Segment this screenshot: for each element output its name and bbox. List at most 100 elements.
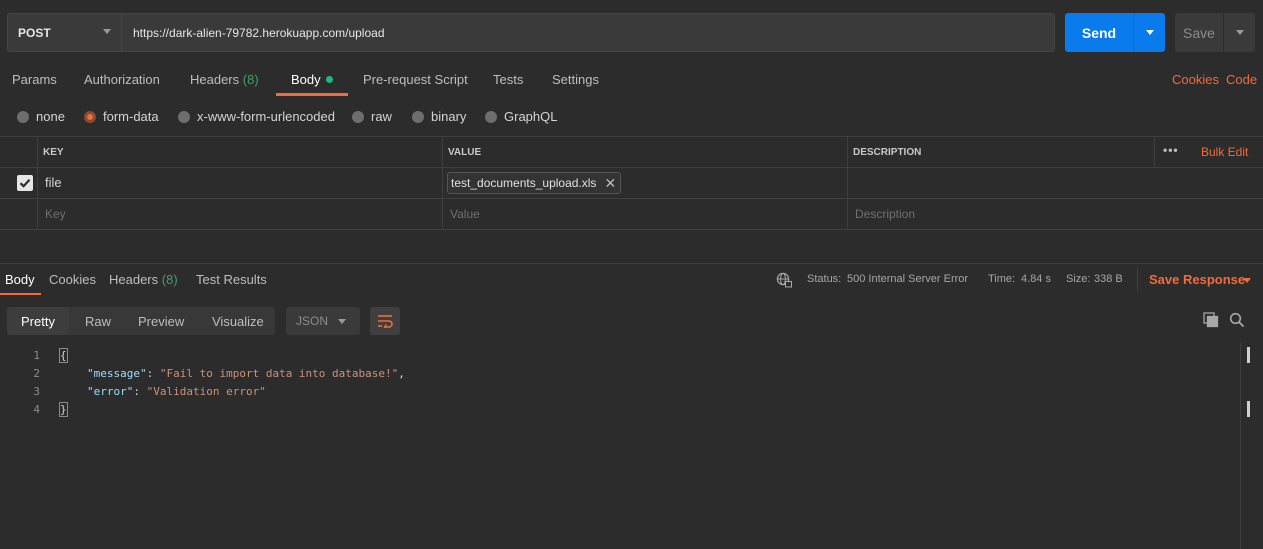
line-number: 4 — [33, 403, 40, 416]
bulk-edit-button[interactable]: Bulk Edit — [1201, 145, 1248, 159]
format-select[interactable]: JSON — [286, 307, 360, 335]
code-link[interactable]: Code — [1226, 72, 1257, 87]
tab-headers-count: (8) — [242, 72, 259, 87]
response-tab-body[interactable]: Body — [5, 272, 35, 287]
response-divider — [0, 263, 1263, 264]
chevron-down-icon — [1145, 30, 1154, 35]
radio-label: x-www-form-urlencoded — [197, 109, 335, 124]
column-divider — [37, 136, 38, 230]
radio-graphql[interactable]: GraphQL — [485, 109, 557, 124]
response-tab-underline — [0, 293, 41, 295]
tab-body-label: Body — [291, 72, 321, 87]
save-label: Save — [1183, 24, 1215, 41]
view-raw-button[interactable]: Raw — [85, 314, 111, 329]
send-button[interactable]: Send — [1065, 13, 1165, 52]
scrollbar-marker — [1247, 401, 1250, 417]
radio-circle — [412, 110, 424, 123]
save-options-button[interactable] — [1224, 30, 1255, 35]
code-line-error: "error": "Validation error" — [87, 385, 266, 398]
send-options-button[interactable] — [1134, 30, 1165, 35]
description-input[interactable]: Description — [855, 207, 915, 221]
cookies-link[interactable]: Cookies — [1172, 72, 1219, 87]
size-value: 338 B — [1094, 273, 1123, 285]
view-pretty-button[interactable]: Pretty — [7, 307, 69, 335]
chevron-down-icon — [338, 319, 346, 324]
radio-x-www-form-urlencoded[interactable]: x-www-form-urlencoded — [178, 109, 335, 124]
radio-raw[interactable]: raw — [352, 109, 392, 124]
active-tab-underline — [276, 93, 348, 96]
response-tab-cookies[interactable]: Cookies — [49, 272, 96, 287]
code-line-message: "message": "Fail to import data into dat… — [87, 367, 405, 380]
scrollbar-marker — [1247, 347, 1250, 363]
radio-none[interactable]: none — [17, 109, 65, 124]
radio-circle — [17, 110, 29, 123]
radio-binary[interactable]: binary — [412, 109, 466, 124]
radio-label: GraphQL — [504, 109, 558, 124]
format-label: JSON — [296, 314, 329, 328]
radio-circle — [485, 110, 497, 123]
url-input[interactable]: https://dark-alien-79782.herokuapp.com/u… — [121, 13, 1055, 52]
radio-form-data[interactable]: form-data — [84, 109, 159, 124]
tab-headers-label: Headers — [190, 72, 240, 87]
key-input[interactable]: Key — [45, 207, 66, 221]
response-tab-headers[interactable]: Headers (8) — [109, 272, 178, 287]
chevron-down-icon — [103, 29, 111, 34]
url-text: https://dark-alien-79782.herokuapp.com/u… — [133, 25, 385, 40]
radio-label: form-data — [103, 109, 159, 124]
wrap-lines-button[interactable] — [370, 307, 400, 335]
radio-label: none — [36, 109, 65, 124]
column-divider — [847, 136, 848, 230]
tab-headers[interactable]: Headers (8) — [190, 72, 259, 87]
json-key: "message" — [87, 367, 147, 380]
column-divider — [442, 136, 443, 230]
view-pretty-label: Pretty — [21, 313, 55, 329]
save-response-button[interactable]: Save Response — [1149, 272, 1245, 287]
method-label: POST — [18, 25, 51, 40]
scrollbar-track[interactable] — [1240, 343, 1241, 549]
radio-circle-selected — [84, 110, 96, 123]
meta-divider — [1137, 268, 1138, 290]
view-preview-button[interactable]: Preview — [138, 314, 184, 329]
method-select[interactable]: POST — [7, 13, 121, 52]
file-name: test_documents_upload.xls — [451, 176, 597, 190]
file-chip[interactable]: test_documents_upload.xls ✕ — [447, 172, 622, 194]
copy-icon[interactable] — [1203, 312, 1219, 328]
tab-authorization[interactable]: Authorization — [84, 72, 160, 87]
search-icon[interactable] — [1229, 312, 1245, 328]
tab-body[interactable]: Body — [291, 72, 333, 87]
tab-pre-request-script[interactable]: Pre-request Script — [363, 72, 468, 87]
save-response-label: Save Response — [1149, 272, 1246, 287]
open-brace: { — [59, 348, 68, 363]
chevron-down-icon[interactable] — [1243, 278, 1251, 283]
checkmark-icon — [19, 179, 31, 188]
line-number: 3 — [33, 385, 40, 398]
status-label: Status: — [807, 273, 842, 285]
tab-params[interactable]: Params — [12, 72, 57, 87]
json-key: "error" — [87, 385, 134, 398]
chevron-down-icon — [1235, 30, 1244, 35]
globe-icon[interactable] — [776, 272, 792, 288]
value-input[interactable]: Value — [450, 207, 480, 221]
row-checkbox[interactable] — [17, 175, 33, 191]
response-tab-headers-count: (8) — [161, 272, 178, 287]
close-icon[interactable]: ✕ — [604, 175, 616, 192]
more-options-icon[interactable]: ••• — [1163, 143, 1179, 157]
wrap-lines-icon — [378, 315, 393, 328]
send-label: Send — [1081, 24, 1117, 41]
tab-tests[interactable]: Tests — [493, 72, 523, 87]
response-tab-headers-label: Headers — [109, 272, 159, 287]
body-indicator-dot — [325, 76, 333, 83]
row-key[interactable]: file — [45, 175, 62, 190]
view-visualize-button[interactable]: Visualize — [212, 314, 264, 329]
tab-settings[interactable]: Settings — [552, 72, 599, 87]
column-header-description: DESCRIPTION — [853, 147, 922, 158]
table-border — [0, 198, 1263, 199]
table-border-bottom — [0, 229, 1263, 230]
response-tab-test-results[interactable]: Test Results — [196, 272, 267, 287]
json-string: "Validation error" — [146, 385, 266, 398]
line-number: 1 — [33, 349, 40, 362]
json-string: "Fail to import data into database!" — [159, 367, 399, 380]
line-number: 2 — [33, 367, 40, 380]
save-button[interactable]: Save — [1175, 13, 1255, 52]
radio-label: raw — [371, 109, 392, 124]
